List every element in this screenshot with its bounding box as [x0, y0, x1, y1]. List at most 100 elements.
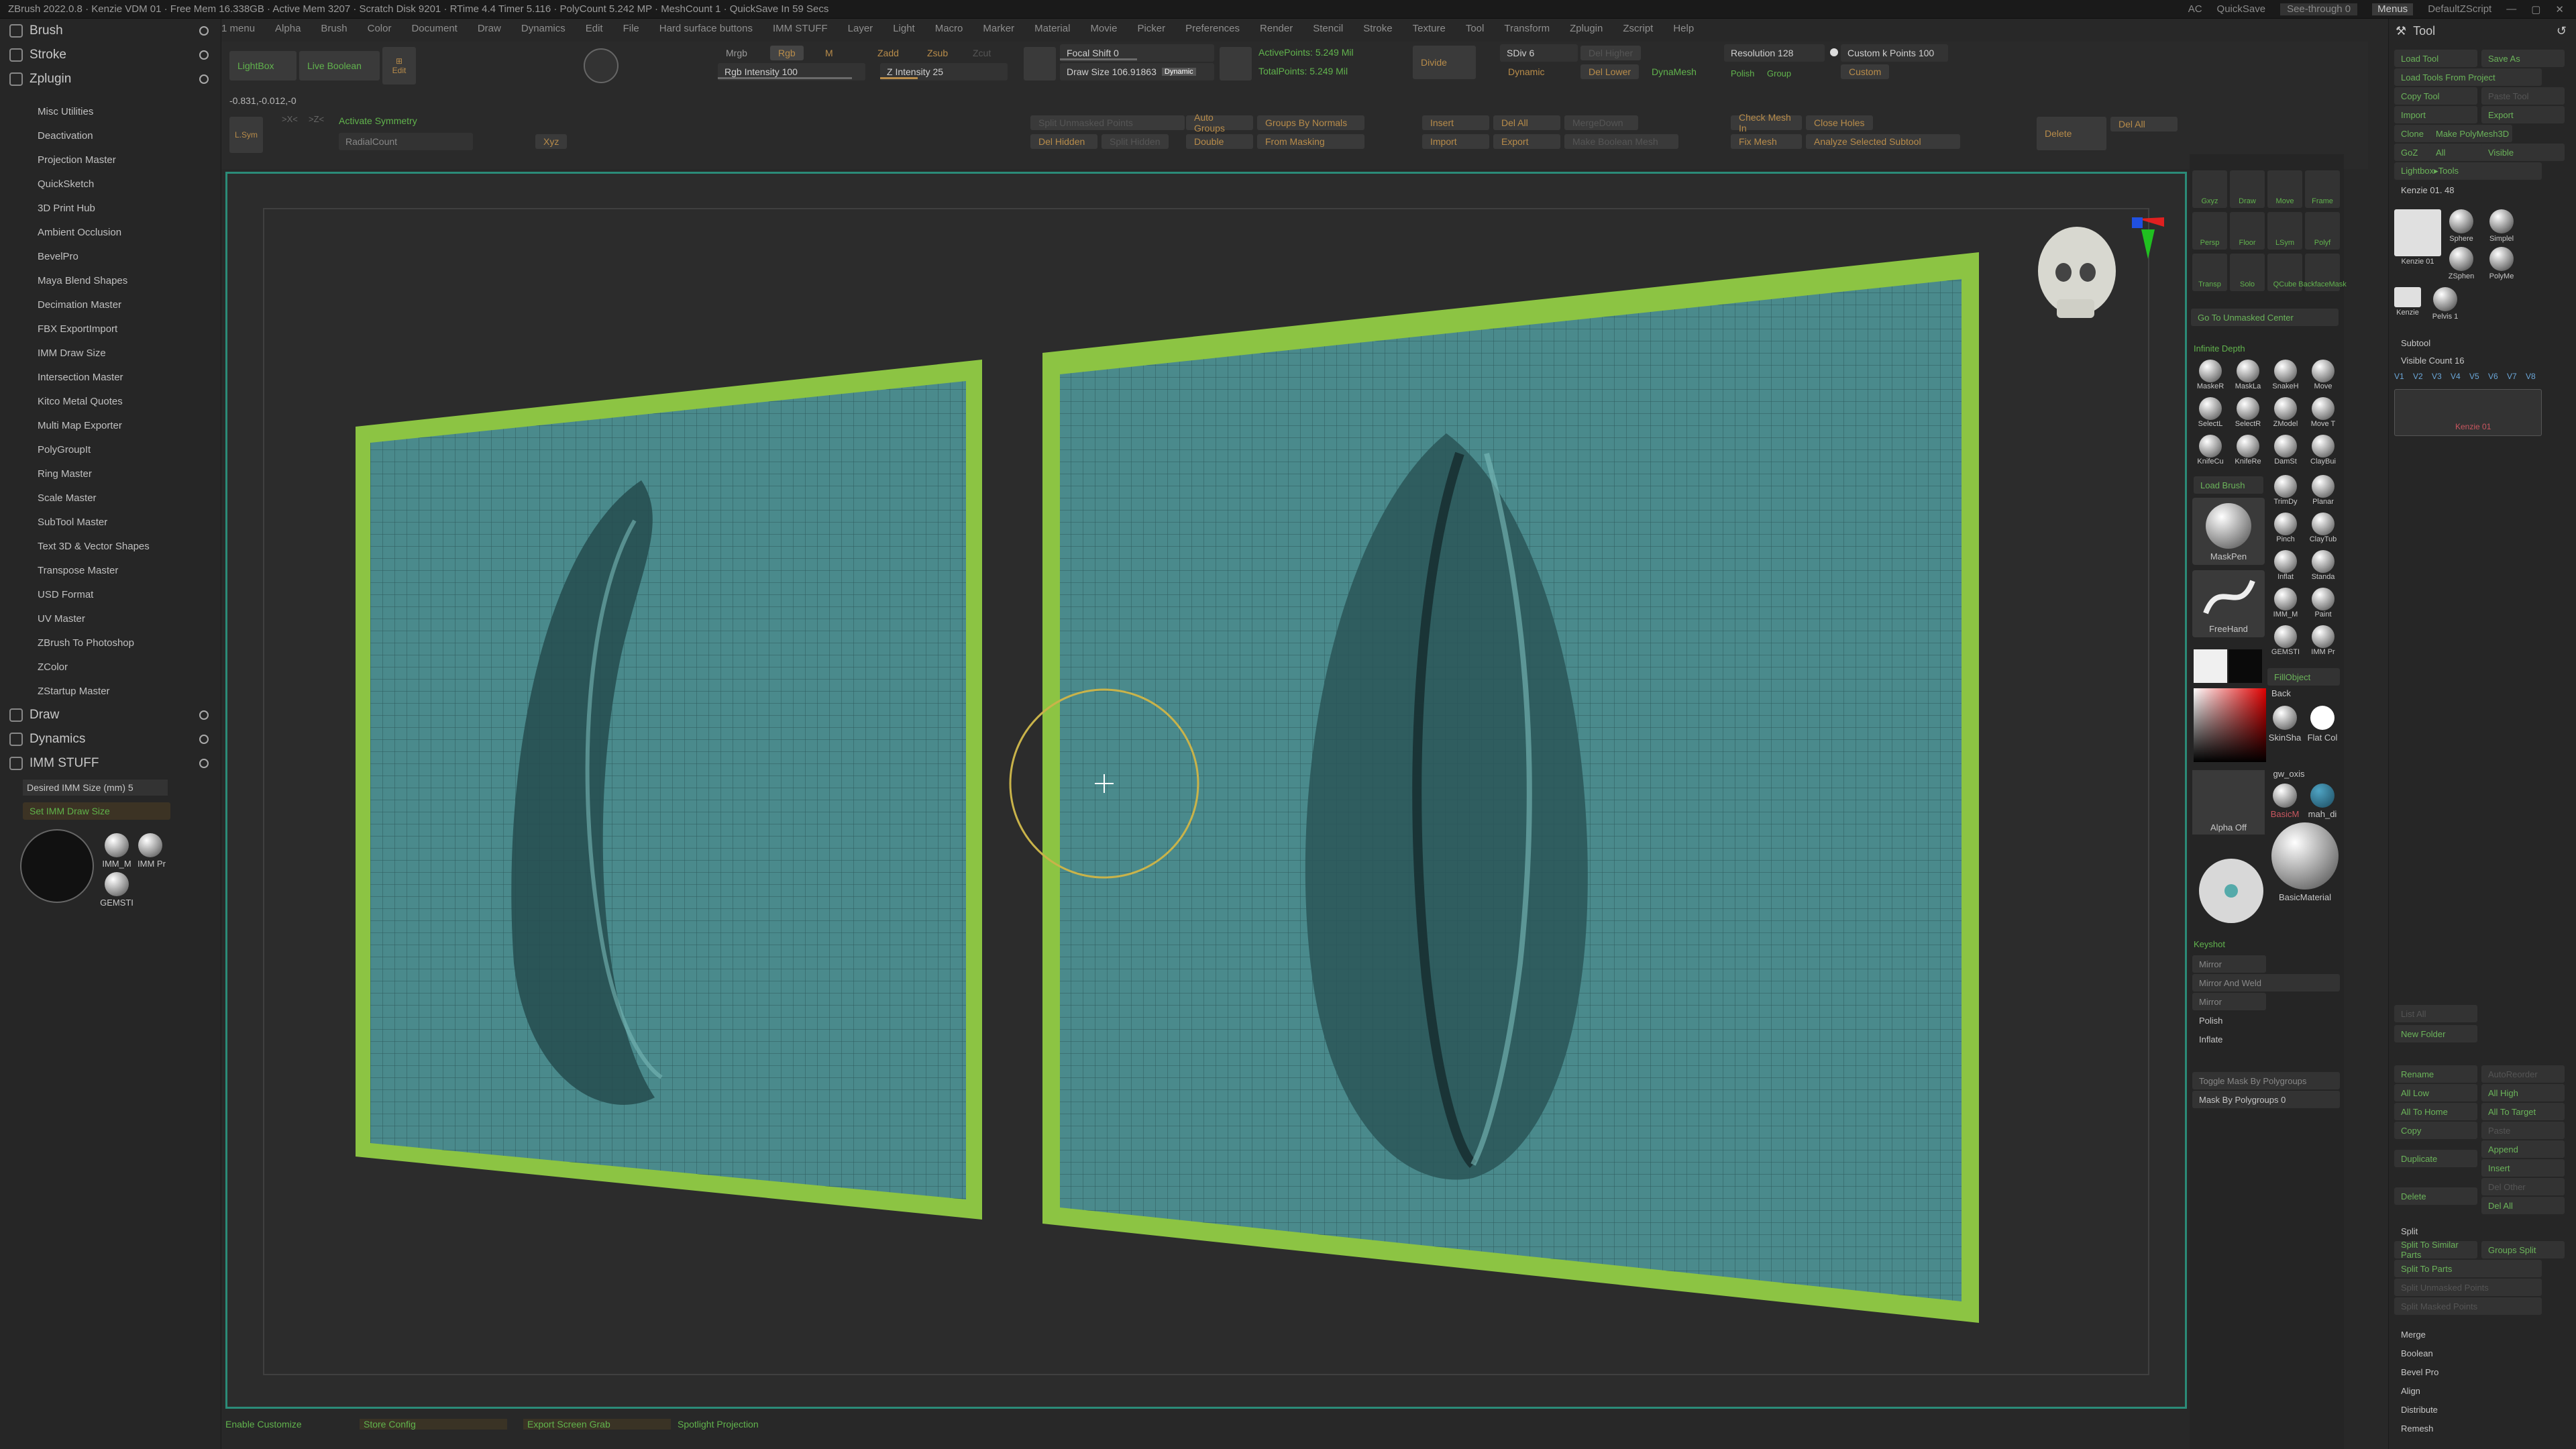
- menu-picker[interactable]: Picker: [1137, 23, 1165, 42]
- pin-icon[interactable]: [199, 74, 209, 84]
- load-tools-project-button[interactable]: Load Tools From Project: [2394, 68, 2542, 86]
- mirror-weld-button[interactable]: Mirror And Weld: [2192, 974, 2340, 991]
- rename-button[interactable]: Rename: [2394, 1065, 2477, 1083]
- split-similar-button[interactable]: Split To Similar Parts: [2394, 1240, 2477, 1260]
- brush-move-t[interactable]: Move T: [2305, 396, 2341, 432]
- brush-inflat[interactable]: Inflat: [2267, 549, 2304, 585]
- spotlight-projection-button[interactable]: Spotlight Projection: [678, 1419, 825, 1430]
- groups-by-normals-button[interactable]: Groups By Normals: [1257, 115, 1364, 130]
- del-other-button[interactable]: Del Other: [2481, 1178, 2565, 1195]
- dynamesh-button[interactable]: DynaMesh: [1644, 64, 1705, 79]
- menu-dynamics[interactable]: Dynamics: [521, 23, 566, 42]
- rgb-button[interactable]: Rgb: [770, 46, 804, 60]
- store-config-button[interactable]: Store Config: [360, 1419, 507, 1430]
- menu-imm-stuff[interactable]: IMM STUFF: [773, 23, 828, 42]
- brush-claytub[interactable]: ClayTub: [2305, 511, 2341, 547]
- pin-icon[interactable]: [199, 710, 209, 720]
- delete-subtool-button[interactable]: Delete: [2394, 1187, 2477, 1205]
- visible-button[interactable]: Visible: [2481, 144, 2565, 161]
- custom-button[interactable]: Custom: [1841, 64, 1890, 79]
- shelf-solo-button[interactable]: Solo: [2230, 254, 2265, 291]
- shelf-floor-button[interactable]: Floor: [2230, 212, 2265, 250]
- dynamic-toggle[interactable]: Dynamic: [1161, 68, 1196, 76]
- menu-draw[interactable]: Draw: [478, 23, 501, 42]
- merge-header[interactable]: Merge: [2394, 1326, 2477, 1343]
- brush-preview[interactable]: [20, 829, 94, 903]
- distribute-header[interactable]: Distribute: [2394, 1401, 2477, 1418]
- plugin-item[interactable]: ZStartup Master: [38, 679, 221, 703]
- plugin-item[interactable]: SubTool Master: [38, 510, 221, 534]
- lightbox-button[interactable]: LightBox: [229, 51, 297, 80]
- plugin-item[interactable]: IMM Draw Size: [38, 341, 221, 365]
- groups-split-button[interactable]: Groups Split: [2481, 1241, 2565, 1258]
- plugin-item[interactable]: FBX ExportImport: [38, 317, 221, 341]
- plugin-item[interactable]: Projection Master: [38, 148, 221, 172]
- shelf-backfacemask-button[interactable]: BackfaceMask: [2298, 254, 2347, 291]
- auto-reorder-button[interactable]: AutoReorder: [2481, 1065, 2565, 1083]
- plugin-item[interactable]: UV Master: [38, 606, 221, 631]
- infinite-depth-label[interactable]: Infinite Depth: [2194, 343, 2245, 354]
- subtool-header[interactable]: Subtool: [2394, 334, 2477, 352]
- menu-zscript[interactable]: Zscript: [1623, 23, 1653, 42]
- focal-shift-slider[interactable]: Focal Shift 0: [1060, 44, 1214, 62]
- quicksave-button[interactable]: QuickSave: [2217, 3, 2266, 15]
- split-hidden-button[interactable]: Split Hidden: [1102, 134, 1169, 149]
- export-tool-button[interactable]: Export: [2481, 106, 2565, 123]
- menu-render[interactable]: Render: [1260, 23, 1293, 42]
- pin-icon[interactable]: [199, 50, 209, 60]
- main-color-swatch[interactable]: [2194, 649, 2227, 683]
- split-to-parts-button[interactable]: Split To Parts: [2394, 1260, 2542, 1277]
- tool-thumb[interactable]: Kenzie: [2394, 287, 2421, 317]
- double-button[interactable]: Double: [1186, 134, 1253, 149]
- align-header[interactable]: Align: [2394, 1382, 2477, 1399]
- menu-transform[interactable]: Transform: [1504, 23, 1550, 42]
- z-intensity-slider[interactable]: Z Intensity 25: [880, 63, 1008, 80]
- axis-gizmo-icon[interactable]: [2132, 217, 2164, 259]
- fill-object-button[interactable]: FillObject: [2267, 668, 2340, 686]
- draw-palette-header[interactable]: Draw: [0, 703, 221, 727]
- custom-k-radio[interactable]: [1830, 48, 1838, 56]
- brush-knifere[interactable]: KnifeRe: [2230, 433, 2266, 470]
- tool-thumb[interactable]: Pelvis 1: [2432, 287, 2458, 321]
- fix-mesh-button[interactable]: Fix Mesh: [1731, 134, 1802, 149]
- import-tool-button[interactable]: Import: [2394, 106, 2477, 123]
- menus-button[interactable]: Menus: [2372, 3, 2414, 15]
- imm-palette-header[interactable]: IMM STUFF: [0, 751, 221, 775]
- brush-knifecu[interactable]: KnifeCu: [2192, 433, 2229, 470]
- from-masking-button[interactable]: From Masking: [1257, 134, 1364, 149]
- shelf-transp-button[interactable]: Transp: [2192, 254, 2227, 291]
- plugin-item[interactable]: PolyGroupIt: [38, 437, 221, 462]
- sphere-icon[interactable]: [584, 48, 619, 83]
- go-unmasked-center-button[interactable]: Go To Unmasked Center: [2191, 309, 2339, 326]
- subtool-version-v8[interactable]: V8: [2526, 372, 2536, 381]
- plugin-item[interactable]: ZColor: [38, 655, 221, 679]
- dynamic-subdiv-button[interactable]: Dynamic: [1500, 64, 1552, 79]
- secondary-color-swatch[interactable]: [2229, 649, 2262, 683]
- export-screen-grab-button[interactable]: Export Screen Grab: [523, 1419, 671, 1430]
- mah-di-material[interactable]: [2310, 784, 2334, 808]
- tool-thumb[interactable]: PolyMe: [2489, 247, 2514, 280]
- enable-customize-button[interactable]: Enable Customize: [225, 1419, 360, 1430]
- shelf-lsym-button[interactable]: LSym: [2267, 212, 2302, 250]
- menu-zplugin[interactable]: Zplugin: [1570, 23, 1603, 42]
- load-brush-button[interactable]: Load Brush: [2194, 476, 2263, 494]
- brush-selectl[interactable]: SelectL: [2192, 396, 2229, 432]
- inflate-slider[interactable]: Inflate: [2192, 1030, 2340, 1048]
- brush-trimdy[interactable]: TrimDy: [2267, 474, 2304, 510]
- all-low-button[interactable]: All Low: [2394, 1084, 2477, 1102]
- plugin-item[interactable]: Text 3D & Vector Shapes: [38, 534, 221, 558]
- mrgb-button[interactable]: Mrgb: [718, 46, 755, 60]
- tool-thumb[interactable]: Kenzie 01: [2394, 209, 2441, 266]
- menu-movie[interactable]: Movie: [1090, 23, 1117, 42]
- append-button[interactable]: Append: [2481, 1140, 2565, 1158]
- menu-stencil[interactable]: Stencil: [1313, 23, 1343, 42]
- imm-size-slider[interactable]: Desired IMM Size (mm) 5: [23, 780, 168, 796]
- draw-size-slider[interactable]: Draw Size 106.91863 Dynamic: [1060, 63, 1214, 80]
- dynamics-palette-header[interactable]: Dynamics: [0, 727, 221, 751]
- split-unmasked-subtool-button[interactable]: Split Unmasked Points: [2394, 1279, 2542, 1296]
- menu-alpha[interactable]: Alpha: [275, 23, 301, 42]
- brush-imm-m[interactable]: IMM_M: [2267, 586, 2304, 623]
- pin-icon[interactable]: [199, 26, 209, 36]
- menu-edit[interactable]: Edit: [586, 23, 603, 42]
- menu-document[interactable]: Document: [411, 23, 457, 42]
